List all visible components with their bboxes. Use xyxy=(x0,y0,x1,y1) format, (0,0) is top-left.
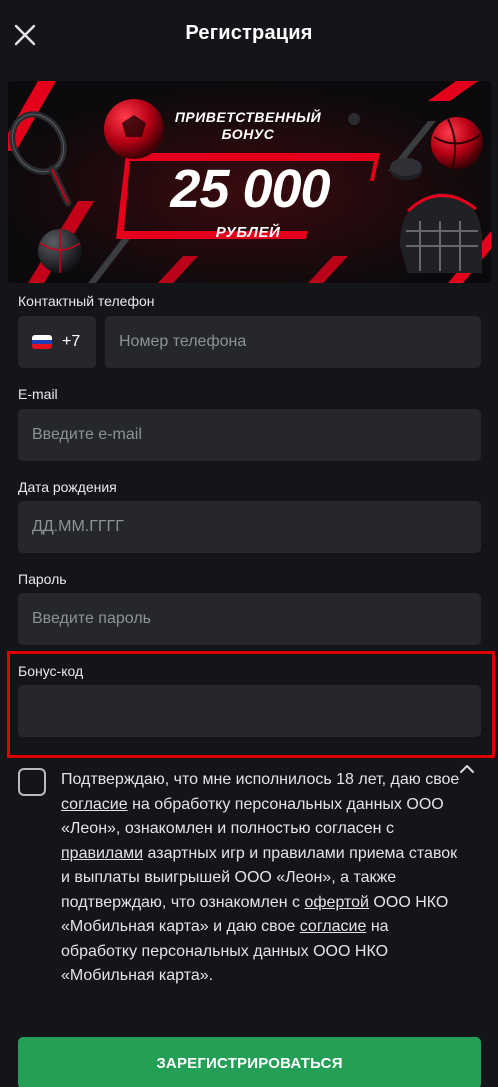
banner-title: ПРИВЕТСТВЕННЫЙ БОНУС xyxy=(148,109,348,143)
consent-link-offer[interactable]: офертой xyxy=(304,894,369,911)
consent-text: Подтверждаю, что мне исполнилось 18 лет,… xyxy=(61,768,466,989)
banner-amount: 25 000 xyxy=(170,159,330,219)
country-code-selector[interactable]: +7 xyxy=(18,316,96,368)
password-input[interactable]: Введите пароль xyxy=(18,593,481,645)
banner-currency: РУБЛЕЙ xyxy=(215,224,281,241)
phone-input[interactable]: Номер телефона xyxy=(105,316,481,368)
birthdate-label: Дата рождения xyxy=(18,479,117,495)
password-label: Пароль xyxy=(18,571,67,587)
bonus-code-label: Бонус-код xyxy=(18,663,84,679)
header: Регистрация xyxy=(0,0,498,70)
birthdate-placeholder: ДД.ММ.ГГГГ xyxy=(32,518,124,535)
password-placeholder: Введите пароль xyxy=(32,610,151,627)
country-code: +7 xyxy=(62,333,81,350)
russia-flag-icon xyxy=(32,335,52,349)
email-input[interactable]: Введите e-mail xyxy=(18,409,481,461)
email-placeholder: Введите e-mail xyxy=(32,426,142,443)
page-title: Регистрация xyxy=(185,22,313,44)
banner-title-line1: ПРИВЕТСТВЕННЫЙ xyxy=(174,109,322,125)
welcome-bonus-banner[interactable]: ПРИВЕТСТВЕННЫЙ БОНУС 25 000 РУБЛЕЙ xyxy=(8,81,491,283)
email-label: E-mail xyxy=(18,386,58,402)
register-button[interactable]: ЗАРЕГИСТРИРОВАТЬСЯ xyxy=(18,1037,481,1087)
phone-label: Контактный телефон xyxy=(18,293,155,309)
banner-title-line2: БОНУС xyxy=(221,126,275,142)
consent-checkbox[interactable] xyxy=(18,768,46,796)
consent-link-rules[interactable]: правилами xyxy=(61,845,143,862)
phone-placeholder: Номер телефона xyxy=(119,333,247,350)
consent-link-agreement-nko[interactable]: согласие xyxy=(300,918,367,935)
consent-text-part1: Подтверждаю, что мне исполнилось 18 лет,… xyxy=(61,771,460,788)
birthdate-input[interactable]: ДД.ММ.ГГГГ xyxy=(18,501,481,553)
consent-link-agreement[interactable]: согласие xyxy=(61,796,128,813)
bonus-code-input[interactable] xyxy=(18,685,481,737)
